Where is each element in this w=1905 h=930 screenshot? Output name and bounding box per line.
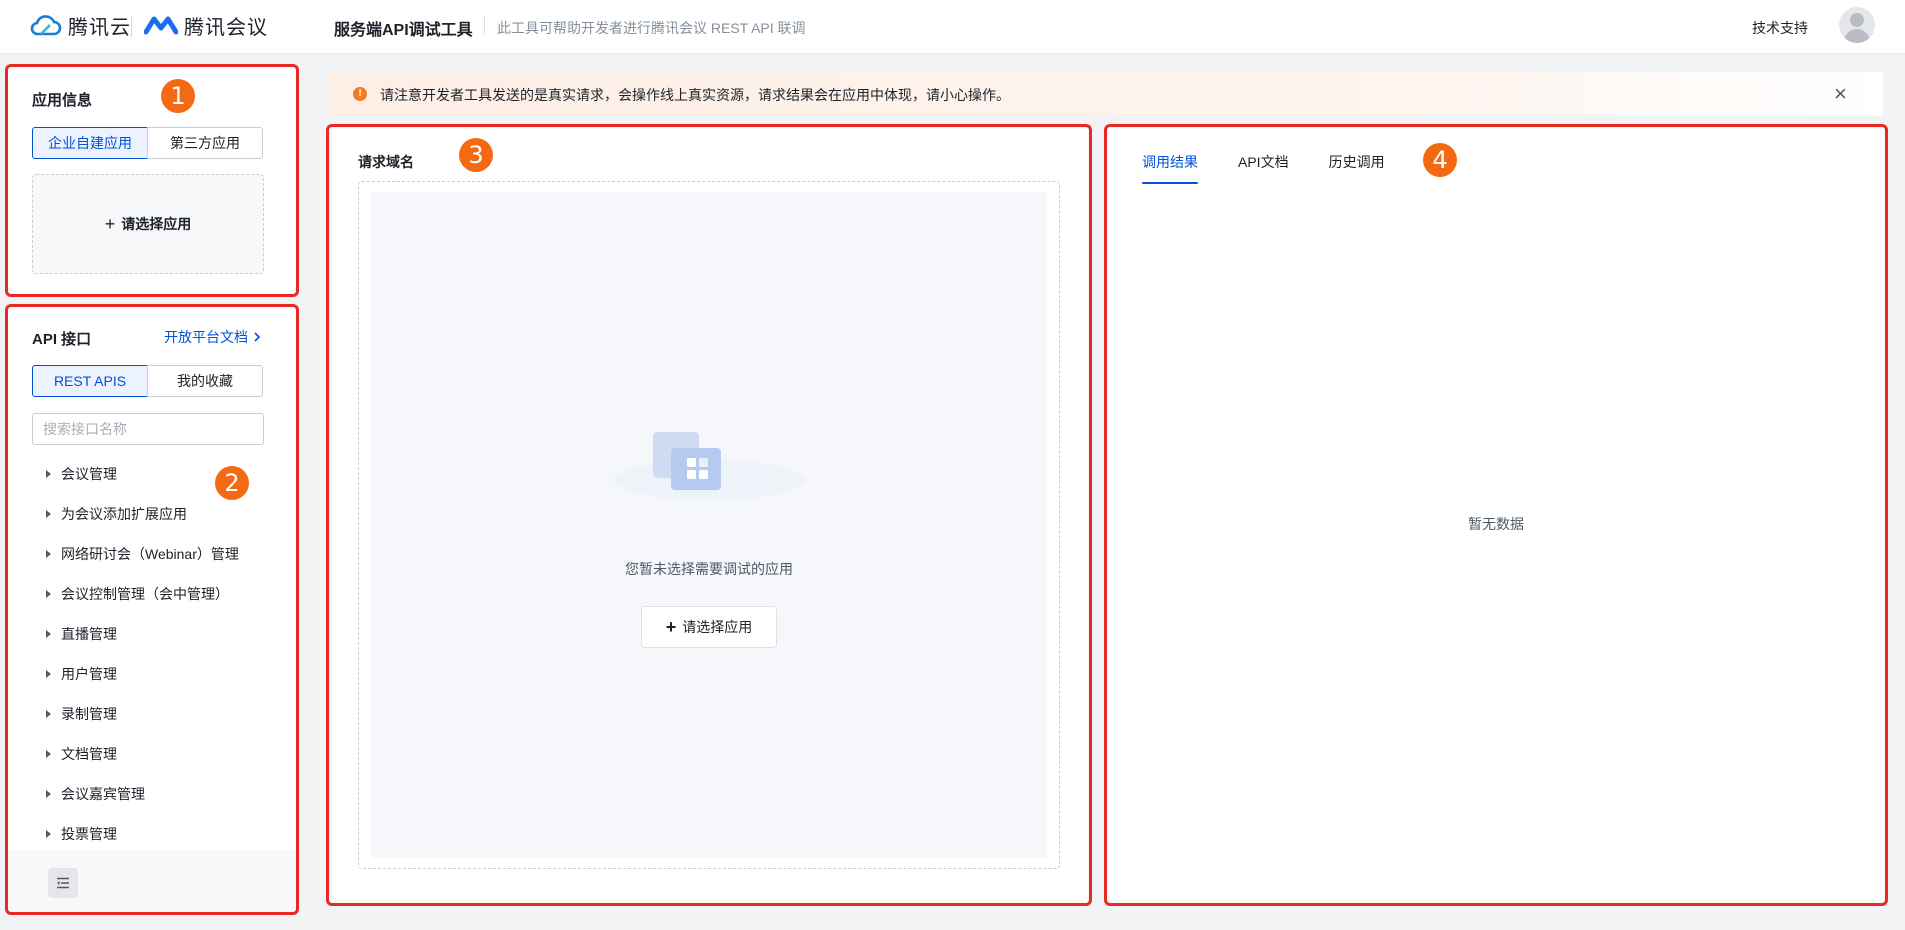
caret-right-icon bbox=[46, 590, 51, 598]
no-data-text: 暂无数据 bbox=[1468, 516, 1524, 532]
api-category-label: 会议管理 bbox=[61, 466, 117, 482]
close-icon[interactable]: × bbox=[1834, 80, 1847, 108]
api-category-guest[interactable]: 会议嘉宾管理 bbox=[28, 774, 288, 814]
app-info-panel: 应用信息 企业自建应用 第三方应用 + 请选择应用 bbox=[8, 67, 296, 295]
warning-text: 请注意开发者工具发送的是真实请求，会操作线上真实资源，请求结果会在应用中体现，请… bbox=[380, 87, 1010, 103]
annotation-badge-3: 3 bbox=[459, 138, 493, 172]
empty-state: 您暂未选择需要调试的应用 + 请选择应用 bbox=[371, 192, 1047, 858]
annotation-badge-1: 1 bbox=[161, 79, 195, 113]
api-category-label: 为会议添加扩展应用 bbox=[61, 506, 187, 522]
api-category-meeting-control[interactable]: 会议控制管理（会中管理） bbox=[28, 574, 288, 614]
avatar[interactable] bbox=[1839, 7, 1875, 43]
select-app-label: 请选择应用 bbox=[121, 216, 192, 232]
request-domain-area: 您暂未选择需要调试的应用 + 请选择应用 bbox=[358, 181, 1060, 869]
result-tabs: 调用结果 API文档 历史调用 bbox=[1142, 152, 1385, 184]
tencent-meeting-brand: 腾讯会议 bbox=[184, 16, 268, 39]
tech-support-link[interactable]: 技术支持 bbox=[1752, 18, 1808, 38]
tab-enterprise-app[interactable]: 企业自建应用 bbox=[32, 127, 148, 159]
caret-right-icon bbox=[46, 510, 51, 518]
api-category-live[interactable]: 直播管理 bbox=[28, 614, 288, 654]
top-header: 腾讯云 腾讯会议 服务端API调试工具 此工具可帮助开发者进行腾讯会议 REST… bbox=[0, 0, 1905, 54]
api-category-voting[interactable]: 投票管理 bbox=[28, 814, 288, 854]
tab-call-result[interactable]: 调用结果 bbox=[1142, 152, 1198, 184]
api-category-document[interactable]: 文档管理 bbox=[28, 734, 288, 774]
caret-right-icon bbox=[46, 710, 51, 718]
api-search-input[interactable] bbox=[32, 413, 264, 445]
api-category-label: 会议控制管理（会中管理） bbox=[61, 586, 229, 602]
api-category-list: 会议管理 为会议添加扩展应用 网络研讨会（Webinar）管理 会议控制管理（会… bbox=[28, 454, 288, 856]
tab-third-party-app[interactable]: 第三方应用 bbox=[147, 127, 263, 159]
tab-api-docs[interactable]: API文档 bbox=[1238, 152, 1289, 184]
api-panel-title: API 接口 bbox=[32, 331, 92, 348]
result-panel: 调用结果 API文档 历史调用 暂无数据 bbox=[1108, 128, 1884, 903]
caret-right-icon bbox=[46, 750, 51, 758]
app-info-title: 应用信息 bbox=[32, 92, 93, 109]
doc-link-label: 开放平台文档 bbox=[164, 329, 248, 345]
title-divider bbox=[484, 17, 485, 35]
api-category-label: 录制管理 bbox=[61, 706, 117, 722]
caret-right-icon bbox=[46, 790, 51, 798]
request-panel: 请求域名 您暂未选择需要调试的应用 + 请选择应用 bbox=[332, 128, 1088, 903]
meeting-logo-icon bbox=[144, 16, 178, 35]
choose-app-button[interactable]: + 请选择应用 bbox=[641, 606, 777, 648]
request-domain-label: 请求域名 bbox=[358, 154, 414, 170]
caret-right-icon bbox=[46, 470, 51, 478]
api-category-label: 直播管理 bbox=[61, 626, 117, 642]
plus-icon: + bbox=[665, 616, 677, 637]
choose-app-label: 请选择应用 bbox=[682, 619, 753, 635]
logo-divider bbox=[131, 15, 132, 37]
chevron-right-icon bbox=[254, 332, 261, 342]
tab-call-history[interactable]: 历史调用 bbox=[1329, 152, 1385, 184]
annotation-badge-2: 2 bbox=[215, 466, 249, 500]
collapse-menu-icon bbox=[57, 877, 69, 889]
avatar-head-shape bbox=[1850, 13, 1864, 27]
tab-my-favorites[interactable]: 我的收藏 bbox=[147, 365, 263, 397]
api-list-switch: REST APIS 我的收藏 bbox=[32, 365, 263, 397]
api-category-extension-app[interactable]: 为会议添加扩展应用 bbox=[28, 494, 288, 534]
warning-icon: ! bbox=[353, 87, 367, 101]
api-category-label: 用户管理 bbox=[61, 666, 117, 682]
avatar-body-shape bbox=[1844, 29, 1870, 43]
page-title: 服务端API调试工具 bbox=[334, 22, 473, 39]
api-panel: API 接口 开放平台文档 REST APIS 我的收藏 会议管理 为会议添加扩… bbox=[8, 306, 296, 914]
collapse-sidebar-button[interactable] bbox=[48, 868, 78, 898]
empty-app-illustration-icon bbox=[614, 432, 804, 500]
caret-right-icon bbox=[46, 830, 51, 838]
api-category-label: 投票管理 bbox=[61, 826, 117, 842]
open-platform-doc-link[interactable]: 开放平台文档 bbox=[164, 327, 262, 347]
api-category-webinar[interactable]: 网络研讨会（Webinar）管理 bbox=[28, 534, 288, 574]
plus-icon: + bbox=[104, 213, 116, 234]
api-category-recording[interactable]: 录制管理 bbox=[28, 694, 288, 734]
sidebar-footer bbox=[8, 850, 296, 914]
select-app-button[interactable]: + 请选择应用 bbox=[32, 174, 264, 274]
api-category-meeting[interactable]: 会议管理 bbox=[28, 454, 288, 494]
api-category-label: 文档管理 bbox=[61, 746, 117, 762]
tencent-cloud-brand: 腾讯云 bbox=[68, 16, 131, 39]
cloud-icon bbox=[30, 15, 62, 36]
app-type-switch: 企业自建应用 第三方应用 bbox=[32, 127, 263, 159]
caret-right-icon bbox=[46, 630, 51, 638]
annotation-badge-4: 4 bbox=[1423, 143, 1457, 177]
tencent-meeting-logo[interactable]: 腾讯会议 bbox=[144, 11, 268, 39]
tencent-cloud-logo[interactable]: 腾讯云 bbox=[30, 11, 131, 39]
warning-banner: ! 请注意开发者工具发送的是真实请求，会操作线上真实资源，请求结果会在应用中体现… bbox=[328, 72, 1883, 116]
page-description: 此工具可帮助开发者进行腾讯会议 REST API 联调 bbox=[497, 20, 806, 36]
caret-right-icon bbox=[46, 670, 51, 678]
api-category-label: 网络研讨会（Webinar）管理 bbox=[61, 546, 239, 562]
empty-state-text: 您暂未选择需要调试的应用 bbox=[625, 561, 793, 577]
caret-right-icon bbox=[46, 550, 51, 558]
tab-rest-apis[interactable]: REST APIS bbox=[32, 365, 148, 397]
api-category-label: 会议嘉宾管理 bbox=[61, 786, 145, 802]
api-category-user[interactable]: 用户管理 bbox=[28, 654, 288, 694]
